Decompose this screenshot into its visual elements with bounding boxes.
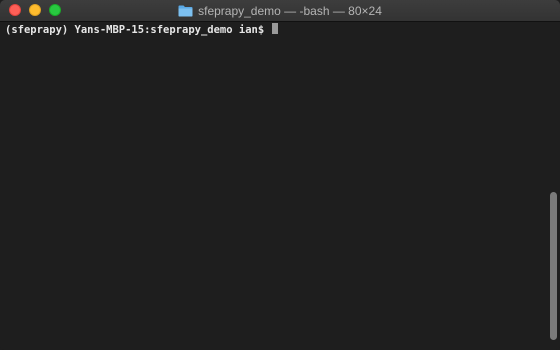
window-title-text: sfeprapy_demo — -bash — 80×24 [198, 3, 382, 18]
scrollbar-thumb[interactable] [550, 192, 557, 340]
shell-prompt: (sfeprapy) Yans-MBP-15:sfeprapy_demo ian… [5, 24, 271, 36]
window-title: sfeprapy_demo — -bash — 80×24 [0, 0, 560, 21]
terminal-window: sfeprapy_demo — -bash — 80×24 (sfeprapy)… [0, 0, 560, 350]
scrollbar[interactable] [548, 22, 560, 350]
folder-icon [178, 5, 193, 17]
title-bar[interactable]: sfeprapy_demo — -bash — 80×24 [0, 0, 560, 22]
text-cursor [271, 23, 278, 34]
terminal-content[interactable]: (sfeprapy) Yans-MBP-15:sfeprapy_demo ian… [0, 22, 560, 350]
prompt-line: (sfeprapy) Yans-MBP-15:sfeprapy_demo ian… [5, 23, 278, 36]
